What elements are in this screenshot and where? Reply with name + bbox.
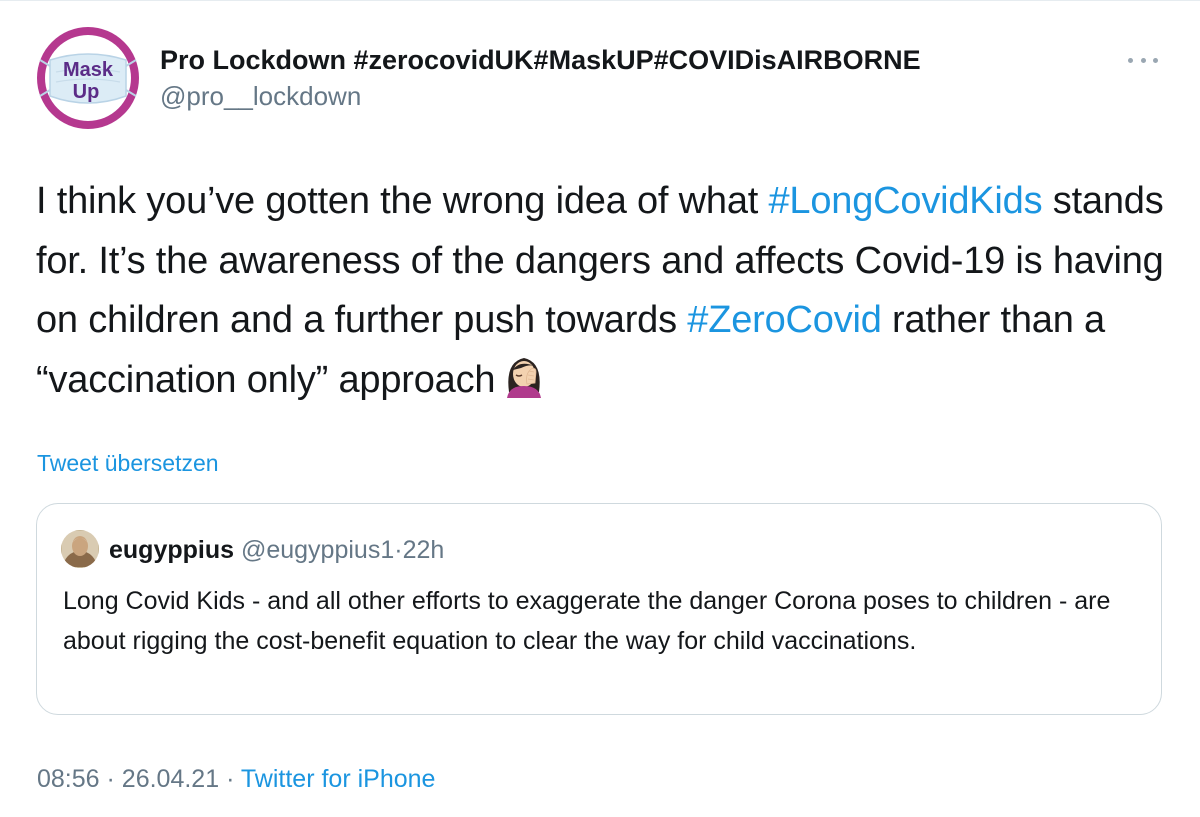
avatar-text-line2: Up xyxy=(73,81,100,103)
quoted-separator: · xyxy=(394,536,403,564)
top-divider xyxy=(0,0,1200,1)
quoted-tweet-card[interactable]: eugyppius @eugyppius1·22h Long Covid Kid… xyxy=(36,503,1162,715)
tweet-date[interactable]: 26.04.21 xyxy=(122,765,219,793)
quoted-author-name: eugyppius xyxy=(109,536,235,564)
author-avatar[interactable]: Mask Up xyxy=(36,26,140,130)
woman-facepalming-icon xyxy=(501,352,547,417)
quoted-tweet-text: Long Covid Kids - and all other efforts … xyxy=(63,587,1111,655)
tweet-text-part1: I think you’ve gotten the wrong idea of … xyxy=(36,180,769,222)
more-horizontal-icon[interactable] xyxy=(1128,50,1158,70)
hashtag-longcovidkids[interactable]: #LongCovidKids xyxy=(768,180,1042,222)
quoted-author-avatar[interactable] xyxy=(61,530,99,568)
author-handle[interactable]: @pro__lockdown xyxy=(160,80,921,112)
tweet-source-link[interactable]: Twitter for iPhone xyxy=(241,765,436,793)
quoted-author-handle: @eugyppius1 xyxy=(240,536,395,564)
author-block[interactable]: Pro Lockdown #zerocovidUK#MaskUP#COVIDis… xyxy=(160,44,921,112)
quoted-tweet-header: eugyppius @eugyppius1·22h xyxy=(109,534,444,566)
tweet-text: I think you’ve gotten the wrong idea of … xyxy=(36,172,1176,416)
footer-separator: · xyxy=(106,765,115,793)
tweet-time[interactable]: 08:56 xyxy=(37,765,100,793)
hashtag-zerocovid[interactable]: #ZeroCovid xyxy=(687,299,882,341)
tweet-footer: 08:56 · 26.04.21 · Twitter for iPhone xyxy=(37,763,435,795)
footer-separator: · xyxy=(226,765,235,793)
author-display-name[interactable]: Pro Lockdown #zerocovidUK#MaskUP#COVIDis… xyxy=(160,44,921,76)
avatar-text-line1: Mask xyxy=(63,59,114,81)
translate-tweet-link[interactable]: Tweet übersetzen xyxy=(37,450,219,477)
quoted-time: 22h xyxy=(402,536,445,564)
